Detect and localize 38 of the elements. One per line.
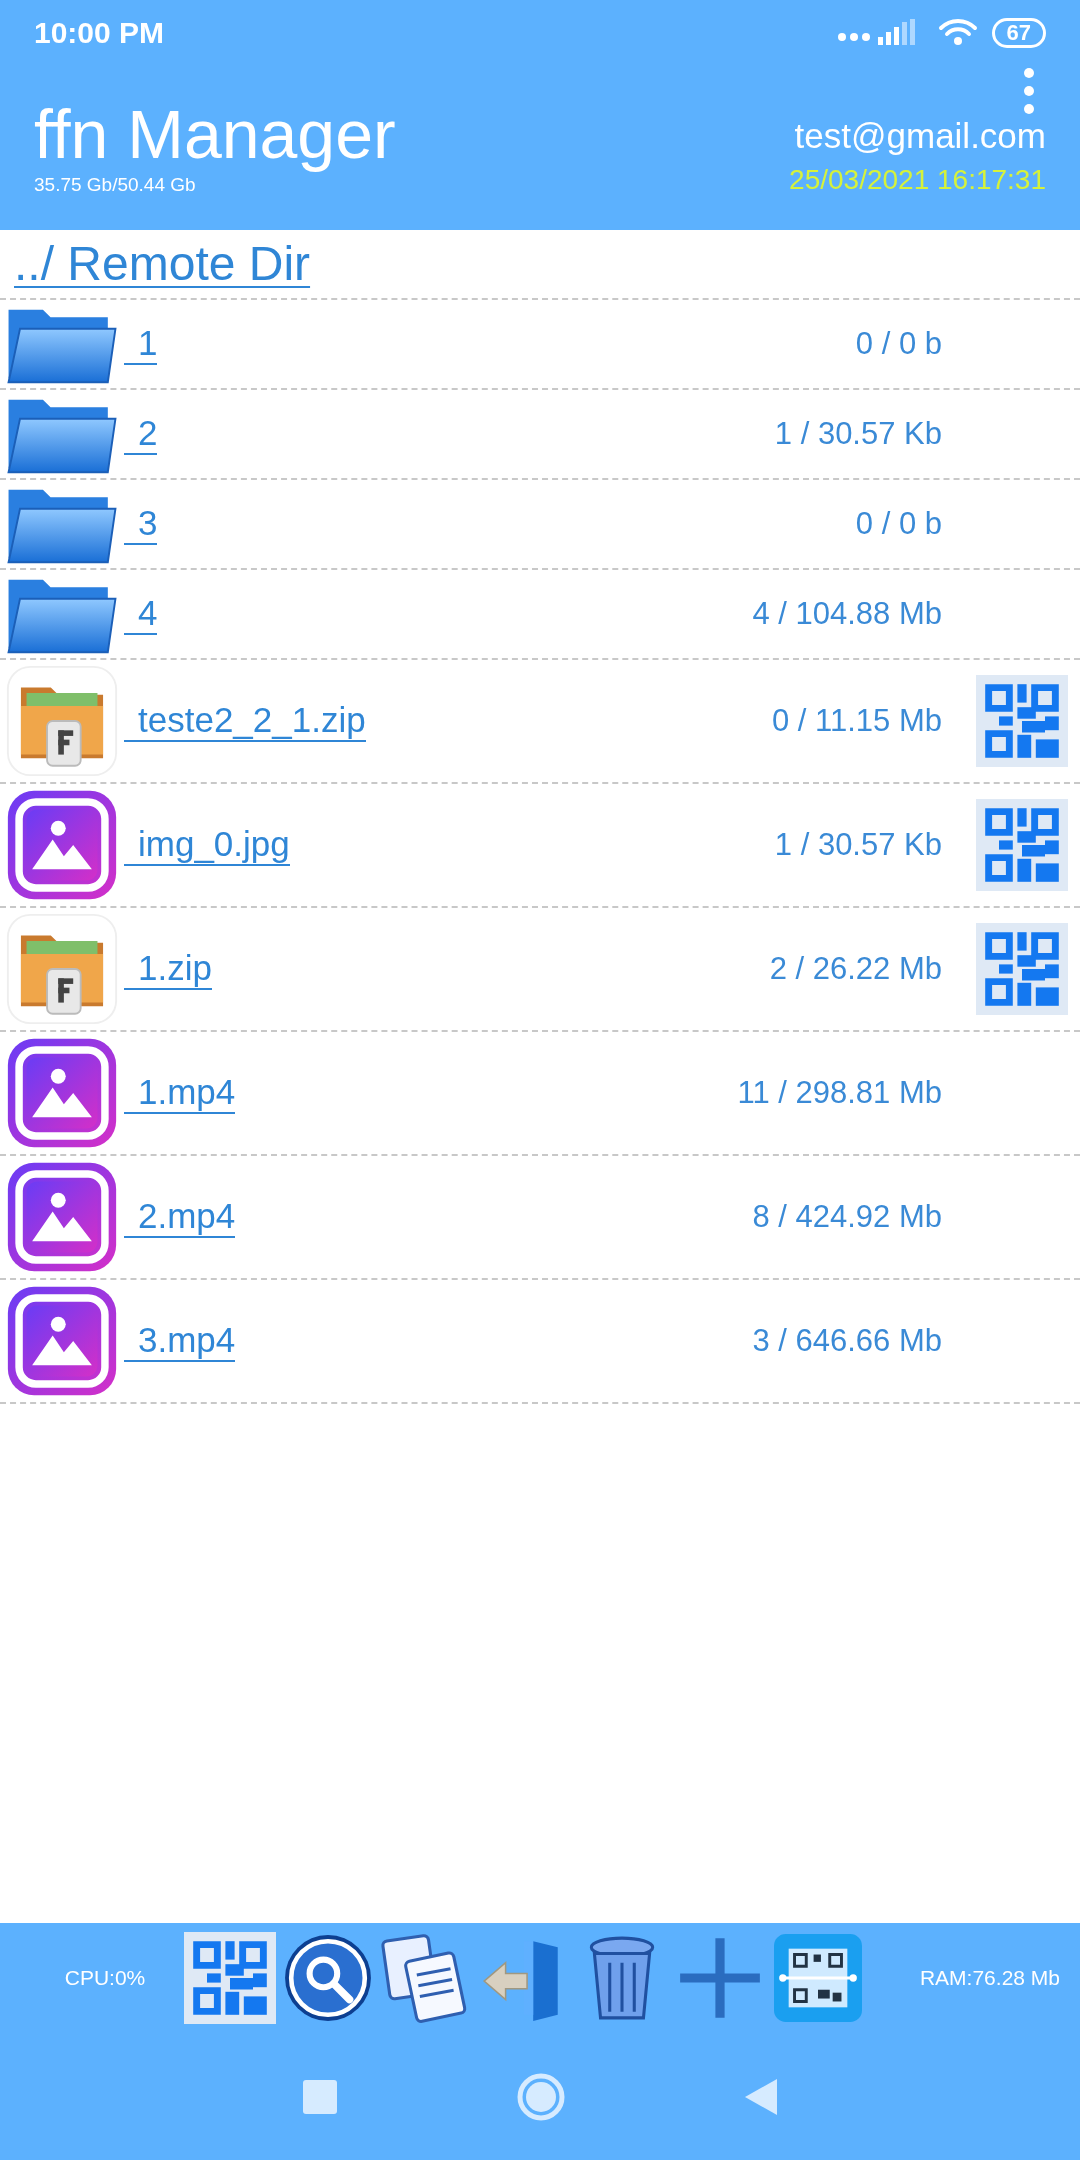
file-count-size: 0 / 11.15 Mb bbox=[771, 703, 942, 739]
file-count-size: 8 / 424.92 Mb bbox=[752, 1199, 942, 1235]
ram-usage: RAM:76.28 Mb bbox=[919, 1966, 1061, 1990]
storage-usage: 35.75 Gb/50.44 Gb bbox=[34, 174, 197, 196]
file-name-link[interactable]: 1.zip bbox=[124, 948, 212, 990]
image-icon[interactable] bbox=[6, 789, 118, 901]
account-email: test@gmail.com bbox=[794, 116, 1046, 156]
image-icon[interactable] bbox=[6, 1285, 118, 1397]
file-count-size: 2 / 26.22 Mb bbox=[769, 951, 942, 987]
clock-time: 10:00 PM bbox=[34, 16, 165, 50]
file-count-size: 0 / 0 b bbox=[855, 326, 942, 362]
cpu-usage: CPU:0% bbox=[63, 1966, 147, 1990]
image-icon[interactable] bbox=[6, 1037, 118, 1149]
file-count-size: 0 / 0 b bbox=[855, 506, 942, 542]
file-name-link[interactable]: 3.mp4 bbox=[124, 1320, 236, 1362]
file-name-link[interactable]: 2 bbox=[124, 413, 158, 455]
file-count-size: 1 / 30.57 Kb bbox=[774, 416, 942, 452]
file-count-size: 1 / 30.57 Kb bbox=[774, 827, 942, 863]
file-count-size: 11 / 298.81 Mb bbox=[737, 1075, 942, 1111]
app-title: ffn Manager bbox=[34, 95, 396, 174]
image-icon[interactable] bbox=[6, 1161, 118, 1273]
file-name-link[interactable]: 3 bbox=[124, 503, 158, 545]
file-name-link[interactable]: 1.mp4 bbox=[124, 1072, 236, 1114]
file-count-size: 3 / 646.66 Mb bbox=[752, 1323, 942, 1359]
more-options-icon[interactable] bbox=[1024, 68, 1034, 114]
date-time: 25/03/2021 16:17:31 bbox=[789, 164, 1046, 196]
file-name-link[interactable]: 2.mp4 bbox=[124, 1196, 236, 1238]
battery-level: 67 bbox=[991, 18, 1046, 48]
file-name-link[interactable]: 1 bbox=[124, 323, 158, 365]
folder-file-icon[interactable] bbox=[6, 665, 118, 777]
qr-code-icon[interactable] bbox=[184, 1930, 276, 2026]
folder-file-icon[interactable] bbox=[6, 913, 118, 1025]
file-name-link[interactable]: img_0.jpg bbox=[124, 824, 290, 866]
parent-directory-link[interactable]: ../ Remote Dir bbox=[14, 237, 311, 290]
file-count-size: 4 / 104.88 Mb bbox=[752, 596, 942, 632]
file-name-link[interactable]: 4 bbox=[124, 593, 158, 635]
file-name-link[interactable]: teste2_2_1.zip bbox=[124, 700, 366, 742]
qr-scanner-icon[interactable] bbox=[774, 1934, 862, 2022]
